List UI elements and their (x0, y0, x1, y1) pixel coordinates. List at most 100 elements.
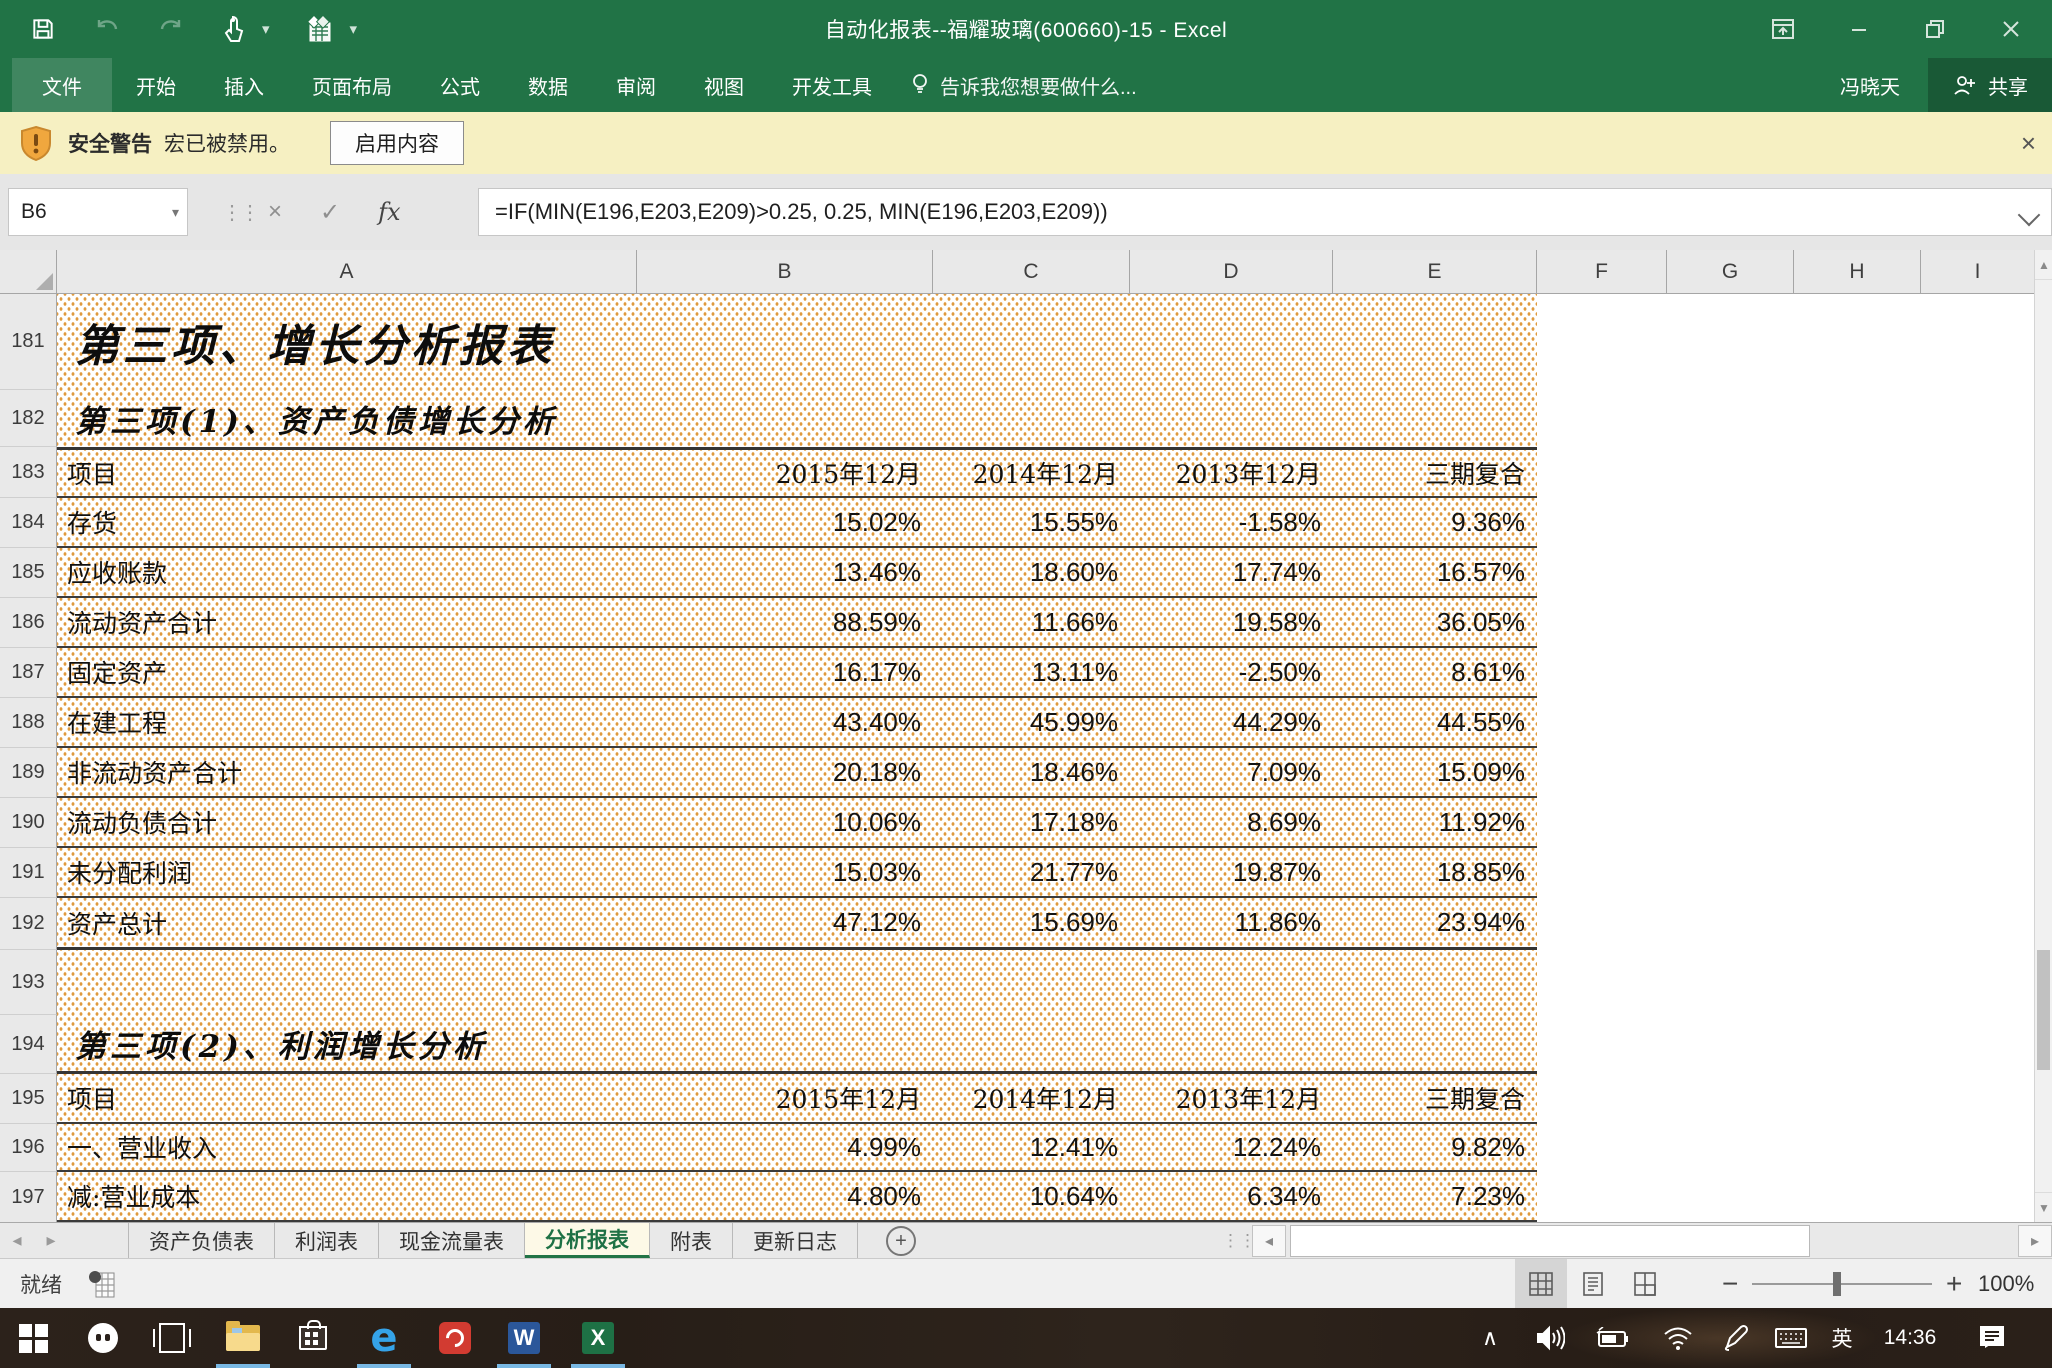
table-row[interactable]: 流动负债合计 10.06% 17.18% 8.69% 11.92% (57, 798, 1537, 848)
tab-developer[interactable]: 开发工具 (768, 58, 896, 112)
vertical-scroll-thumb[interactable] (2037, 950, 2050, 1070)
row-header[interactable]: 188 (0, 698, 57, 748)
column-header-d[interactable]: D (1130, 250, 1333, 294)
new-sheet-button[interactable]: + (886, 1226, 916, 1256)
show-hidden-icons-button[interactable]: ∧ (1462, 1308, 1518, 1368)
row-header[interactable]: 186 (0, 598, 57, 648)
excel-button[interactable]: X (570, 1308, 626, 1368)
touch-keyboard-button[interactable] (1763, 1308, 1819, 1368)
column-header-f[interactable]: F (1537, 250, 1667, 294)
task-view-button[interactable] (144, 1308, 200, 1368)
table-row[interactable]: 应收账款 13.46% 18.60% 17.74% 16.57% (57, 548, 1537, 598)
row-header[interactable]: 195 (0, 1074, 57, 1124)
table-header-row[interactable]: 项目 2015年12月 2014年12月 2013年12月 三期复合 (57, 447, 1537, 498)
row-header[interactable]: 185 (0, 548, 57, 598)
page-break-preview-button[interactable] (1619, 1259, 1671, 1309)
table-row[interactable]: 减:营业成本 4.80% 10.64% 6.34% 7.23% (57, 1172, 1537, 1222)
sheet-tab-cashflow[interactable]: 现金流量表 (379, 1223, 525, 1258)
row-header[interactable]: 181 (0, 294, 57, 390)
hscroll-left-icon[interactable]: ◂ (1252, 1225, 1286, 1257)
tab-scrollbar-splitter[interactable]: ⋮⋮ (1222, 1223, 1256, 1259)
formula-bar-grip[interactable]: ⋮⋮ (222, 188, 258, 236)
zoom-slider-track[interactable] (1752, 1283, 1932, 1285)
form-tool-icon[interactable] (304, 14, 334, 44)
row-header[interactable]: 196 (0, 1124, 57, 1172)
row-header[interactable]: 193 (0, 950, 57, 1015)
row-header[interactable]: 183 (0, 447, 57, 498)
action-center-button[interactable] (1962, 1308, 2022, 1368)
battery-button[interactable] (1584, 1308, 1640, 1368)
table-row[interactable]: 存货 15.02% 15.55% -1.58% 9.36% (57, 498, 1537, 548)
tab-view[interactable]: 视图 (680, 58, 768, 112)
row-header[interactable]: 189 (0, 748, 57, 798)
tab-formulas[interactable]: 公式 (416, 58, 504, 112)
macro-record-icon[interactable] (88, 1269, 118, 1299)
volume-button[interactable] (1522, 1308, 1578, 1368)
table-row[interactable]: 未分配利润 15.03% 21.77% 19.87% 18.85% (57, 848, 1537, 898)
edge-browser-button[interactable]: e (356, 1308, 412, 1368)
column-header-c[interactable]: C (933, 250, 1130, 294)
close-button[interactable] (1980, 7, 2042, 51)
input-language-indicator[interactable]: 英 (1818, 1308, 1866, 1368)
row-header[interactable]: 187 (0, 648, 57, 698)
column-header-a[interactable]: A (57, 250, 637, 294)
wifi-button[interactable] (1650, 1308, 1706, 1368)
zoom-level[interactable]: 100% (1978, 1259, 2034, 1309)
column-header-h[interactable]: H (1794, 250, 1921, 294)
file-explorer-button[interactable] (215, 1308, 271, 1368)
table-header-row[interactable]: 项目 2015年12月 2014年12月 2013年12月 三期复合 (57, 1074, 1537, 1124)
redo-icon[interactable] (156, 14, 186, 44)
save-icon[interactable] (28, 14, 58, 44)
tab-insert[interactable]: 插入 (200, 58, 288, 112)
scroll-down-icon[interactable]: ▼ (2035, 1192, 2052, 1222)
touch-mode-dropdown-icon[interactable]: ▾ (262, 20, 270, 38)
sheet-tab-balance[interactable]: 资产负债表 (128, 1223, 275, 1258)
confirm-entry-icon[interactable]: ✓ (320, 198, 340, 227)
touch-mouse-mode-icon[interactable] (220, 14, 250, 44)
insert-function-icon[interactable]: fx (378, 198, 400, 226)
sheet-tab-income[interactable]: 利润表 (275, 1223, 379, 1258)
microsoft-store-button[interactable] (285, 1308, 341, 1368)
row-header[interactable]: 191 (0, 848, 57, 898)
windows-ink-button[interactable] (1708, 1308, 1764, 1368)
page-layout-view-button[interactable] (1567, 1259, 1619, 1309)
qat-customize-dropdown-icon[interactable]: ▾ (350, 20, 358, 38)
table-row[interactable]: 资产总计 47.12% 15.69% 11.86% 23.94% (57, 898, 1537, 950)
security-bar-close-icon[interactable]: × (2021, 130, 2036, 156)
section-subtitle-row[interactable]: 第三项(1)、资产负债增长分析 (57, 390, 1537, 447)
column-header-i[interactable]: I (1921, 250, 2034, 294)
cancel-entry-icon[interactable]: × (268, 198, 282, 226)
netease-music-button[interactable] (427, 1308, 483, 1368)
section-title-row[interactable]: 第三项(2)、利润增长分析 (57, 1015, 1537, 1074)
sheet-tab-analysis-active[interactable]: 分析报表 (525, 1223, 650, 1258)
cortana-button[interactable] (75, 1308, 131, 1368)
vertical-scrollbar[interactable]: ▲ ▼ (2034, 250, 2052, 1222)
table-row[interactable]: 流动资产合计 88.59% 11.66% 19.58% 36.05% (57, 598, 1537, 648)
row-header[interactable]: 192 (0, 898, 57, 950)
empty-row[interactable] (57, 950, 1537, 1015)
table-row[interactable]: 一、营业收入 4.99% 12.41% 12.24% 9.82% (57, 1124, 1537, 1172)
row-header[interactable]: 197 (0, 1172, 57, 1222)
section-title-row[interactable]: 第三项、增长分析报表 (57, 294, 1537, 390)
tab-home[interactable]: 开始 (112, 58, 200, 112)
ribbon-display-options-icon[interactable] (1752, 7, 1814, 51)
hscroll-right-icon[interactable]: ▸ (2018, 1225, 2052, 1257)
column-header-e[interactable]: E (1333, 250, 1537, 294)
share-button[interactable]: 共享 (1928, 58, 2052, 112)
minimize-button[interactable] (1828, 7, 1890, 51)
restore-button[interactable] (1904, 7, 1966, 51)
table-row[interactable]: 在建工程 43.40% 45.99% 44.29% 44.55% (57, 698, 1537, 748)
user-name[interactable]: 冯晓天 (1840, 71, 1900, 100)
name-box[interactable]: B6 ▾ (8, 188, 188, 236)
column-header-b[interactable]: B (637, 250, 933, 294)
name-box-dropdown-icon[interactable]: ▾ (172, 204, 179, 221)
row-header[interactable]: 182 (0, 390, 57, 447)
tab-data[interactable]: 数据 (504, 58, 592, 112)
sheet-tab-appendix[interactable]: 附表 (650, 1223, 733, 1258)
tab-review[interactable]: 审阅 (592, 58, 680, 112)
row-header[interactable]: 194 (0, 1015, 57, 1074)
tab-page-layout[interactable]: 页面布局 (288, 58, 416, 112)
expand-formula-bar-icon[interactable] (2018, 204, 2041, 227)
zoom-slider-handle[interactable] (1833, 1272, 1841, 1296)
taskbar-clock[interactable]: 14:36 (1868, 1308, 1952, 1368)
